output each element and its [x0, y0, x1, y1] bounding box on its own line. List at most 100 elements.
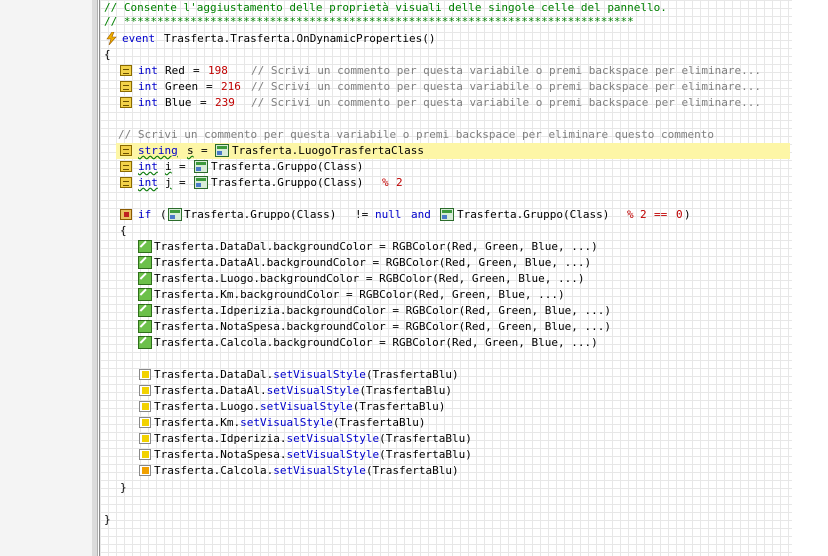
- call-arg: (TrasfertaBlu): [359, 384, 453, 397]
- assignment-icon: [138, 304, 152, 317]
- assignment-text: Trasferta.DataDal.backgroundColor = RGBC…: [154, 240, 598, 253]
- brace-close-inner: }: [120, 481, 127, 494]
- call-object: Trasferta.Km.: [154, 416, 241, 429]
- var-line-blue[interactable]: int Blue = 239 // Scrivi un commento per…: [120, 95, 790, 111]
- variable-icon: [120, 161, 132, 172]
- var-value: 239: [215, 96, 235, 109]
- class-icon: [168, 208, 182, 221]
- assignment-line[interactable]: Trasferta.Km.backgroundColor = RGBColor(…: [138, 287, 790, 303]
- call-arg: (TrasfertaBlu): [332, 416, 426, 429]
- method-call-line[interactable]: Trasferta.Luogo.setVisualStyle(Trasferta…: [138, 399, 790, 415]
- var-equals: =: [200, 96, 207, 109]
- var-comment: // Scrivi un commento per questa variabi…: [251, 80, 761, 93]
- var-value: Trasferta.LuogoTrasfertaClass: [232, 144, 425, 157]
- var-name: Blue: [165, 96, 192, 109]
- assignment-text: Trasferta.Km.backgroundColor = RGBColor(…: [154, 288, 565, 301]
- assignment-line[interactable]: Trasferta.NotaSpesa.backgroundColor = RG…: [138, 319, 790, 335]
- method-call-icon: [139, 401, 151, 412]
- var-equals: =: [206, 80, 213, 93]
- var-value: 216: [221, 80, 241, 93]
- event-line[interactable]: event Trasferta.Trasferta.OnDynamicPrope…: [106, 31, 786, 47]
- call-method: setVisualStyle: [286, 448, 380, 461]
- assignment-icon: [138, 320, 152, 333]
- method-call-line[interactable]: Trasferta.Km.setVisualStyle(TrasfertaBlu…: [138, 415, 790, 431]
- event-keyword: event: [122, 32, 156, 45]
- call-object: Trasferta.DataAl.: [154, 384, 267, 397]
- class-icon: [194, 160, 208, 173]
- var-line-red[interactable]: int Red = 198 // Scrivi un commento per …: [120, 63, 790, 79]
- assignment-text: Trasferta.NotaSpesa.backgroundColor = RG…: [154, 320, 611, 333]
- if-open-paren: (: [160, 208, 167, 221]
- comment-block[interactable]: // Scrivi un commento per questa variabi…: [118, 127, 714, 143]
- method-call-line[interactable]: Trasferta.DataDal.setVisualStyle(Trasfer…: [138, 367, 790, 383]
- if-two: 2: [640, 208, 647, 221]
- assignment-text: Trasferta.Calcola.backgroundColor = RGBC…: [154, 336, 598, 349]
- call-arg: (TrasfertaBlu): [379, 448, 472, 461]
- class-icon: [215, 144, 229, 157]
- call-object: Trasferta.NotaSpesa.: [154, 448, 287, 461]
- int-i-line[interactable]: int i = Trasferta.Gruppo(Class): [120, 159, 790, 175]
- if-null: null: [375, 208, 402, 221]
- var-equals: =: [201, 144, 208, 157]
- if-zero: 0: [676, 208, 683, 221]
- variable-icon: [120, 97, 132, 108]
- var-type: int: [138, 64, 158, 77]
- assignment-line[interactable]: Trasferta.DataAl.backgroundColor = RGBCo…: [138, 255, 790, 271]
- var-comment: // Scrivi un commento per questa variabi…: [251, 64, 761, 77]
- mod-value: 2: [396, 176, 403, 189]
- assignment-text: Trasferta.DataAl.backgroundColor = RGBCo…: [154, 256, 592, 269]
- if-ne-operator: !=: [355, 208, 369, 221]
- assignment-icon: [138, 336, 152, 349]
- int-j-line[interactable]: int j = Trasferta.Gruppo(Class) % 2: [120, 175, 790, 191]
- call-object: Trasferta.Calcola.: [154, 464, 274, 477]
- assignment-icon: [138, 288, 152, 301]
- var-equals: =: [179, 160, 186, 173]
- method-call-line[interactable]: Trasferta.DataAl.setVisualStyle(Trasfert…: [138, 383, 790, 399]
- variable-icon: [120, 177, 132, 188]
- call-method: setVisualStyle: [273, 464, 366, 477]
- var-name: Red: [165, 64, 185, 77]
- assignment-line[interactable]: Trasferta.Idperizia.backgroundColor = RG…: [138, 303, 790, 319]
- var-equals: =: [179, 176, 186, 189]
- variable-icon: [120, 81, 132, 92]
- var-type: int: [138, 96, 158, 109]
- call-object: Trasferta.Idperizia.: [154, 432, 287, 445]
- event-name: Trasferta.Trasferta.OnDynamicProperties(…: [164, 32, 436, 45]
- call-method: setVisualStyle: [266, 384, 360, 397]
- assignment-line[interactable]: Trasferta.Calcola.backgroundColor = RGBC…: [138, 335, 790, 351]
- call-method: setVisualStyle: [240, 416, 333, 429]
- class-icon: [194, 176, 208, 189]
- string-decl-line[interactable]: string s = Trasferta.LuogoTrasfertaClass: [116, 143, 790, 159]
- var-line-green[interactable]: int Green = 216 // Scrivi un commento pe…: [120, 79, 790, 95]
- if-line[interactable]: if ( Trasferta.Gruppo(Class) != null and…: [120, 207, 790, 223]
- method-call-icon: [139, 449, 151, 460]
- brace-close-outer: }: [104, 513, 111, 526]
- var-name: j: [165, 176, 172, 189]
- method-call-icon: [139, 433, 151, 444]
- if-eq: ==: [654, 208, 668, 221]
- call-arg: (TrasfertaBlu): [365, 368, 459, 381]
- if-mod: %: [627, 208, 634, 221]
- assignment-icon: [138, 240, 152, 253]
- method-call-icon: [139, 385, 151, 396]
- if-right-operand: Trasferta.Gruppo(Class): [457, 208, 610, 221]
- var-value: Trasferta.Gruppo(Class): [211, 160, 364, 173]
- variable-icon: [120, 65, 132, 76]
- method-call-line[interactable]: Trasferta.Idperizia.setVisualStyle(Trasf…: [138, 431, 790, 447]
- method-call-line[interactable]: Trasferta.Calcola.setVisualStyle(Trasfer…: [138, 463, 790, 479]
- method-call-icon: [139, 369, 151, 380]
- call-method: setVisualStyle: [286, 432, 380, 445]
- variable-icon: [120, 145, 132, 156]
- method-call-line[interactable]: Trasferta.NotaSpesa.setVisualStyle(Trasf…: [138, 447, 790, 463]
- assignment-icon: [138, 256, 152, 269]
- assignment-line[interactable]: Trasferta.DataDal.backgroundColor = RGBC…: [138, 239, 790, 255]
- assignment-line[interactable]: Trasferta.Luogo.backgroundColor = RGBCol…: [138, 271, 790, 287]
- if-left-operand: Trasferta.Gruppo(Class): [184, 208, 337, 221]
- var-value: Trasferta.Gruppo(Class): [211, 176, 364, 189]
- var-comment: // Scrivi un commento per questa variabi…: [251, 96, 761, 109]
- left-panel: [0, 0, 98, 556]
- assignment-icon: [138, 272, 152, 285]
- assignment-text: Trasferta.Idperizia.backgroundColor = RG…: [154, 304, 611, 317]
- code-editor[interactable]: // Consente l'aggiustamento delle propri…: [99, 0, 792, 556]
- assignment-text: Trasferta.Luogo.backgroundColor = RGBCol…: [154, 272, 585, 285]
